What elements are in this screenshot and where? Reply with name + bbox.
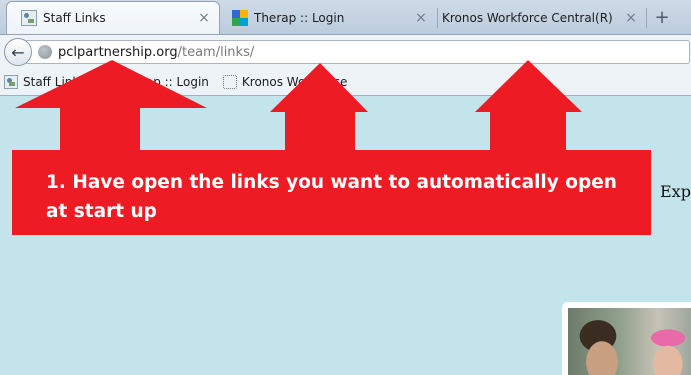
url-path: /team/links/ [177,44,255,60]
bookmark-label: Kronos Workforce [241,74,348,89]
blank-favicon-icon [222,74,237,89]
tab-staff-links[interactable]: Staff Links × [6,1,220,34]
back-arrow-icon: ← [11,42,25,62]
bookmark-therap-login[interactable]: Therap :: Login [96,74,209,89]
photo-image [568,308,691,375]
bookmark-kronos[interactable]: Kronos Workforce [219,74,348,89]
tab-divider [646,8,647,28]
page-heading: Exp [660,182,691,201]
therap-favicon-icon [99,74,114,89]
pcl-favicon-icon [4,74,18,89]
annotation-text: 1. Have open the links you want to autom… [46,172,617,222]
address-bar[interactable]: pclpartnership.org/team/links/ [26,40,690,64]
bookmark-staff-links[interactable]: Staff Links [0,74,86,89]
back-button[interactable]: ← [4,38,32,66]
staff-photo [562,302,691,375]
pcl-favicon-icon [21,10,37,26]
bookmark-label: Staff Links [23,74,86,89]
close-icon[interactable]: × [414,10,428,26]
tab-title: Kronos Workforce Central(R) [442,11,613,25]
tab-kronos[interactable]: Kronos Workforce Central(R) × [440,2,646,34]
bookmark-label: Therap :: Login [118,74,209,89]
bookmarks-bar: Staff Links Therap :: Login Kronos Workf… [0,68,691,96]
globe-icon [38,45,52,59]
close-icon[interactable]: × [197,10,211,26]
close-icon[interactable]: × [624,10,638,26]
new-tab-button[interactable]: + [648,4,676,30]
tab-title: Therap :: Login [254,11,345,25]
tab-therap-login[interactable]: Therap :: Login × [224,2,436,34]
tab-divider [437,8,438,28]
tab-strip: Staff Links × Therap :: Login × Kronos W… [0,0,691,34]
navigation-bar: pclpartnership.org/team/links/ ← [0,34,691,68]
url-domain: pclpartnership.org [58,44,178,60]
therap-favicon-icon [232,10,248,26]
tab-title: Staff Links [43,11,106,25]
